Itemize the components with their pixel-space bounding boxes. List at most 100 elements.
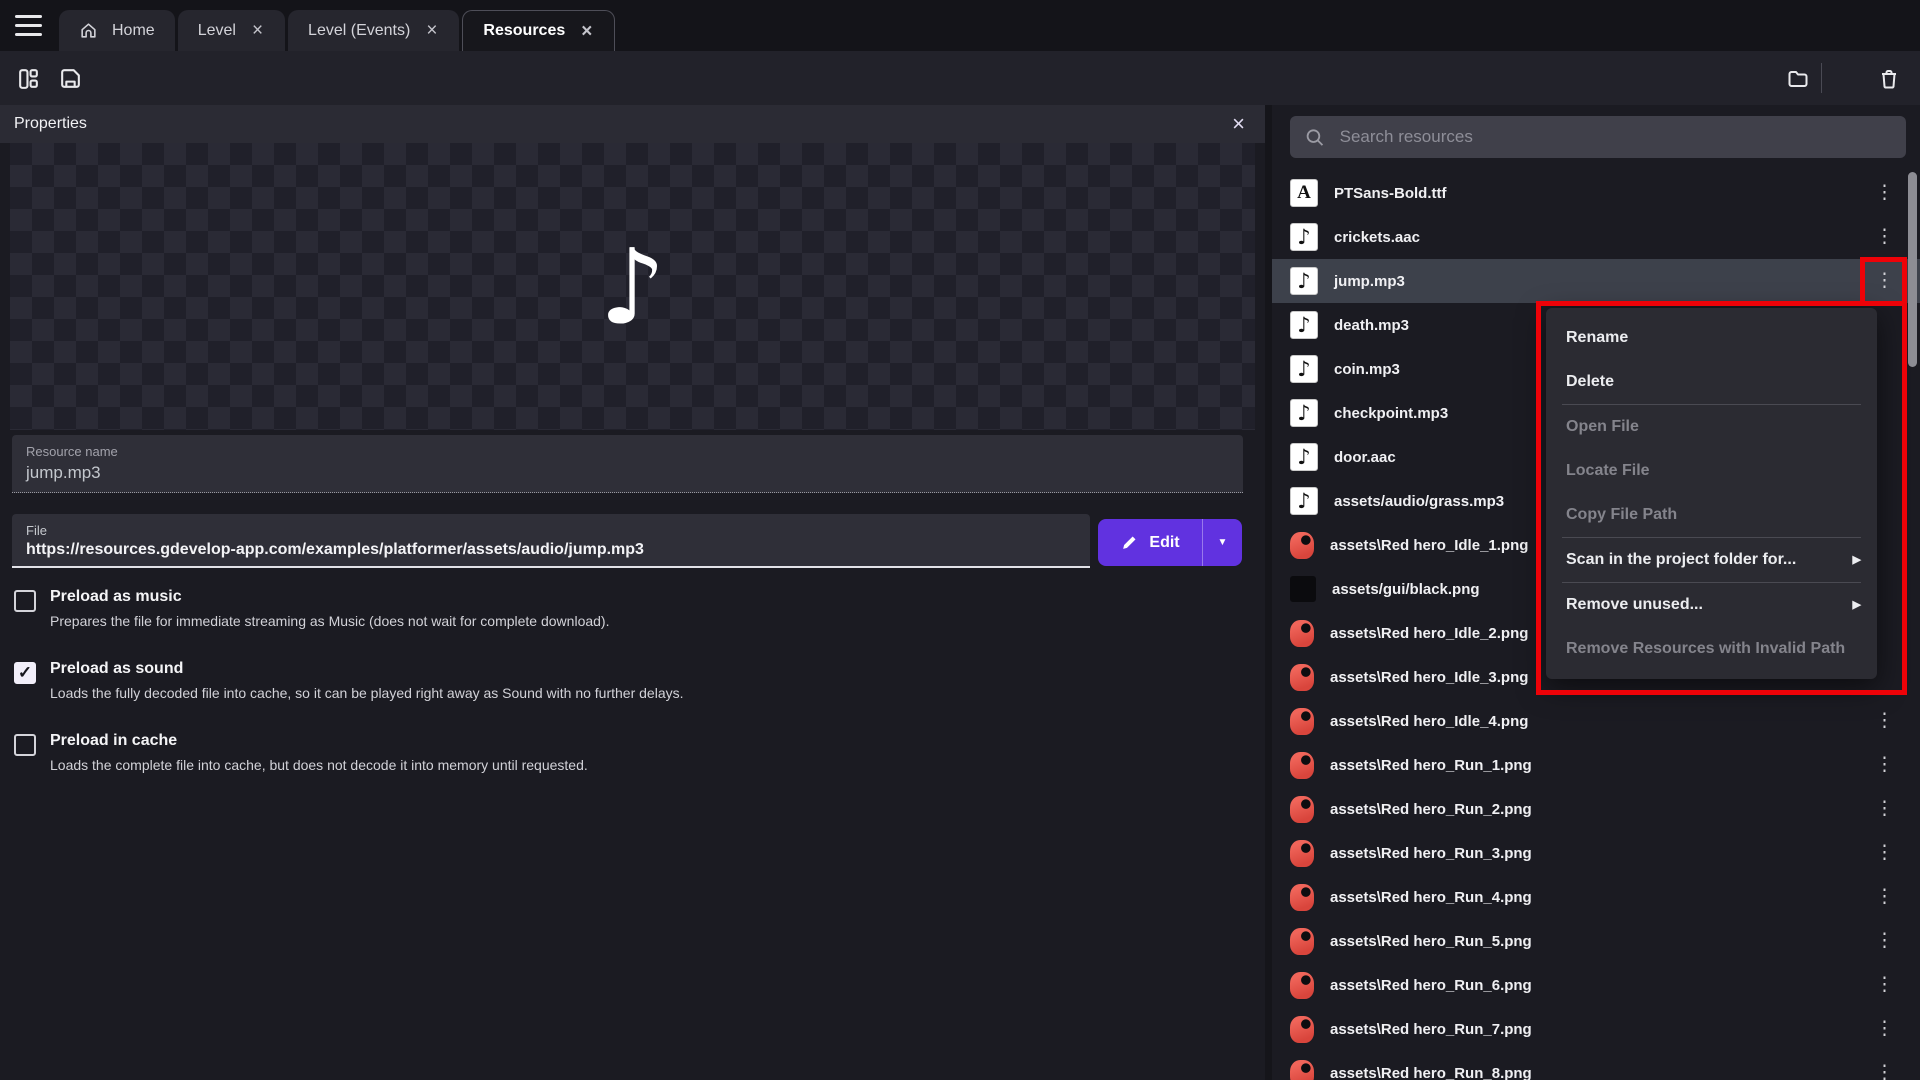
trash-icon[interactable] [1877, 67, 1901, 91]
file-label: File [26, 523, 1076, 538]
kebab-menu-icon[interactable] [1875, 1064, 1894, 1080]
resource-type-icon [1290, 223, 1318, 251]
resource-name: crickets.aac [1334, 229, 1420, 246]
kebab-menu-icon[interactable] [1875, 800, 1894, 819]
preload-options: Preload as music Prepares the file for i… [14, 585, 1014, 801]
checkbox[interactable] [14, 734, 36, 756]
project-manager-icon[interactable] [16, 66, 41, 91]
toolbar: Preview ▼ Publish [0, 51, 1920, 105]
tab-label: Level [198, 22, 236, 40]
context-menu-item: Remove Resources with Invalid Path [1546, 627, 1877, 671]
context-menu-item-label: Rename [1566, 329, 1628, 346]
checkbox-description: Loads the complete file into cache, but … [50, 755, 588, 776]
checkbox-row: Preload as sound Loads the fully decoded… [14, 657, 1014, 704]
context-menu-item[interactable]: Remove unused... [1546, 583, 1877, 627]
tab[interactable]: Resources × [462, 10, 615, 51]
resource-name: checkpoint.mp3 [1334, 405, 1448, 422]
tab[interactable]: Home × [59, 10, 175, 51]
resource-name: assets\Red hero_Idle_3.png [1330, 669, 1528, 686]
checkbox-label: Preload as sound [50, 657, 684, 680]
resource-name: assets\Red hero_Run_8.png [1330, 1065, 1532, 1080]
resource-name: assets\Red hero_Run_6.png [1330, 977, 1532, 994]
context-menu-item: Open File [1546, 405, 1877, 449]
properties-title: Properties [14, 115, 87, 133]
resource-name: assets\Red hero_Idle_1.png [1330, 537, 1528, 554]
kebab-menu-icon[interactable] [1875, 1020, 1894, 1039]
checkbox-row: Preload in cache Loads the complete file… [14, 729, 1014, 776]
checkbox[interactable] [14, 662, 36, 684]
resource-name: assets\Red hero_Run_1.png [1330, 757, 1532, 774]
resource-name: door.aac [1334, 449, 1396, 466]
edit-label: Edit [1149, 534, 1179, 552]
resource-type-icon [1290, 664, 1314, 691]
tab[interactable]: Level (Events) × [288, 10, 459, 51]
resource-row[interactable]: assets\Red hero_Run_5.png [1272, 919, 1920, 963]
resource-row[interactable]: crickets.aac [1272, 215, 1920, 259]
file-value: https://resources.gdevelop-app.com/examp… [26, 541, 1076, 559]
tab-close-icon[interactable]: × [250, 21, 265, 40]
tab[interactable]: Level × [178, 10, 285, 51]
resource-type-icon [1290, 1016, 1314, 1043]
resource-name-field[interactable]: Resource name jump.mp3 [12, 435, 1243, 493]
resource-row[interactable]: assets\Red hero_Idle_4.png [1272, 699, 1920, 743]
folder-icon[interactable] [1786, 67, 1810, 91]
resource-row[interactable]: assets\Red hero_Run_1.png [1272, 743, 1920, 787]
context-menu-item-label: Copy File Path [1566, 506, 1677, 523]
resource-row[interactable]: assets\Red hero_Run_6.png [1272, 963, 1920, 1007]
resource-type-icon [1290, 972, 1314, 999]
kebab-menu-icon[interactable] [1875, 932, 1894, 951]
resource-type-icon [1290, 399, 1318, 427]
kebab-menu-icon[interactable] [1875, 756, 1894, 775]
resource-type-icon [1290, 355, 1318, 383]
tab-close-icon[interactable]: × [424, 21, 439, 40]
resource-name: assets/audio/grass.mp3 [1334, 493, 1504, 510]
file-field[interactable]: File https://resources.gdevelop-app.com/… [12, 514, 1090, 568]
resource-preview-area [10, 143, 1255, 430]
scrollbar-thumb[interactable] [1908, 172, 1917, 367]
context-menu-item-label: Locate File [1566, 462, 1650, 479]
context-menu-item[interactable]: Scan in the project folder for... [1546, 538, 1877, 582]
edit-dropdown-caret[interactable]: ▼ [1202, 519, 1242, 566]
tab-label: Level (Events) [308, 22, 410, 40]
search-bar[interactable] [1290, 116, 1906, 158]
resource-type-icon [1290, 311, 1318, 339]
resource-name: assets\Red hero_Run_7.png [1330, 1021, 1532, 1038]
kebab-menu-icon[interactable] [1875, 976, 1894, 995]
checkbox[interactable] [14, 590, 36, 612]
resource-type-icon [1290, 267, 1318, 295]
kebab-menu-icon[interactable] [1875, 272, 1894, 291]
resource-type-icon [1290, 487, 1318, 515]
resource-type-icon [1290, 443, 1318, 471]
kebab-menu-icon[interactable] [1875, 184, 1894, 203]
resource-row[interactable]: assets\Red hero_Run_8.png [1272, 1051, 1920, 1080]
resource-name: assets\Red hero_Idle_2.png [1330, 625, 1528, 642]
tab-close-icon[interactable]: × [579, 22, 594, 41]
resource-row[interactable]: assets\Red hero_Run_7.png [1272, 1007, 1920, 1051]
resource-row[interactable]: assets\Red hero_Run_2.png [1272, 787, 1920, 831]
resource-type-icon [1290, 928, 1314, 955]
resource-row[interactable]: jump.mp3 [1272, 259, 1920, 303]
checkbox-label: Preload in cache [50, 729, 588, 752]
resource-name-label: Resource name [26, 444, 1229, 459]
resource-type-icon [1290, 884, 1314, 911]
resource-row[interactable]: assets\Red hero_Run_4.png [1272, 875, 1920, 919]
resource-row[interactable]: PTSans-Bold.ttf [1272, 171, 1920, 215]
kebab-menu-icon[interactable] [1875, 712, 1894, 731]
edit-button[interactable]: Edit ▼ [1098, 519, 1242, 566]
context-menu-item-label: Scan in the project folder for... [1566, 551, 1796, 568]
checkbox-label: Preload as music [50, 585, 609, 608]
properties-close-icon[interactable]: × [1232, 113, 1251, 135]
save-icon[interactable] [58, 66, 83, 91]
main-menu-icon[interactable] [15, 15, 42, 36]
resource-type-icon [1290, 1060, 1314, 1080]
tab-label: Home [112, 22, 155, 40]
kebab-menu-icon[interactable] [1875, 228, 1894, 247]
resource-row[interactable]: assets\Red hero_Run_3.png [1272, 831, 1920, 875]
search-input[interactable] [1340, 127, 1892, 147]
context-menu-item[interactable]: Delete [1546, 360, 1877, 404]
resource-name: jump.mp3 [1334, 273, 1405, 290]
context-menu-item-label: Remove unused... [1566, 596, 1703, 613]
kebab-menu-icon[interactable] [1875, 888, 1894, 907]
context-menu-item[interactable]: Rename [1546, 316, 1877, 360]
kebab-menu-icon[interactable] [1875, 844, 1894, 863]
